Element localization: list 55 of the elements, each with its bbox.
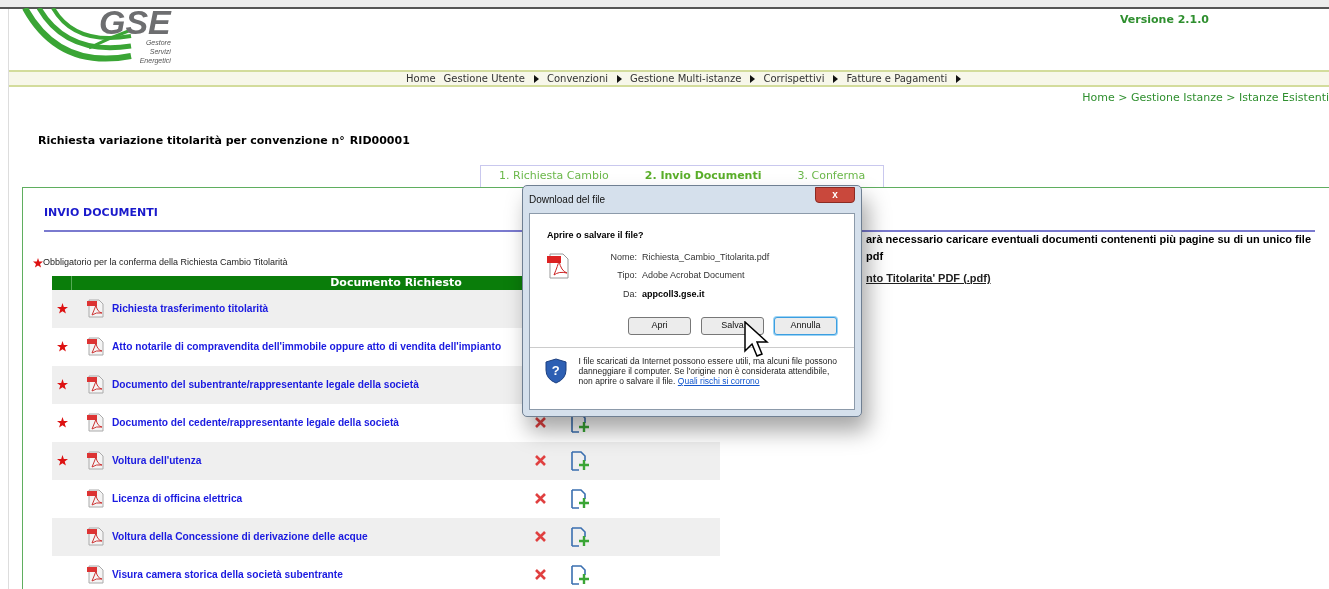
version-label: Versione 2.1.0 [1119,12,1209,28]
delete-icon[interactable] [535,455,546,466]
dialog-question: Aprire o salvare il file? [547,229,645,242]
field-value: Richiesta_Cambio_Titolarita.pdf [642,250,770,264]
required-star-icon [33,257,43,268]
field-label: Nome: [609,250,637,264]
add-file-icon[interactable] [569,487,591,510]
dialog-title: Download del file [529,193,606,207]
pdf-file-icon [87,451,104,470]
pdf-file-icon [87,413,104,432]
pdf-file-icon [87,489,104,508]
dialog-button[interactable]: Salva [701,317,764,335]
document-link[interactable]: Voltura della Concessione di derivazione delle acque [112,528,527,545]
breadcrumb: Home > Gestione Istanze > Istanze Esistenti [1082,90,1329,106]
required-note: Obbligatorio per la conferma della Richiesta Cambio Titolarità [43,256,288,269]
document-link[interactable]: Voltura dell'utenza [112,452,527,469]
add-file-icon[interactable] [569,449,591,472]
info-text: arà necessario caricare eventuali documenti contenenti più pagine su di un unico file pdf [866,233,1311,262]
add-file-icon[interactable] [569,563,591,586]
document-link[interactable]: Visura camera storica della società subentrante [112,566,527,583]
contract-code: RID00001 [349,132,410,149]
dialog-button[interactable]: Annulla [774,317,837,335]
warning-text: I file scaricati da Internet possono essere utili, ma alcuni file possono danneggiare il computer. Se l'origine non è considerata attendibile, non aprire o salvare il file. Quali rischi si corrono [578,356,839,386]
page-title: Richiesta variazione titolarità per convenzione n° [38,132,345,149]
field-label: Da: [622,287,637,301]
download-link[interactable]: nto Titolarita' PDF (.pdf) [866,272,991,284]
column-header: Documento Richiesto [330,275,462,290]
logo-text: GSE [99,6,171,38]
pdf-file-icon [87,565,104,584]
pdf-file-icon [87,375,104,394]
nav-item[interactable]: Gestione Utente [443,71,539,86]
field-value: appcoll3.gse.it [642,287,705,301]
nav-item[interactable]: Corrispettivi [763,71,839,86]
pdf-file-icon [87,337,104,356]
add-file-icon[interactable] [569,525,591,548]
delete-icon[interactable] [535,531,546,542]
field-value: Adobe Acrobat Document [642,269,745,282]
delete-icon[interactable] [535,417,546,428]
section-title: INVIO DOCUMENTI [44,206,158,219]
nav-item[interactable]: Fatture e Pagamenti [846,71,962,86]
nav-item[interactable]: Gestione Multi-istanze [630,71,756,86]
close-button[interactable]: x [815,186,855,203]
risk-link[interactable]: Quali rischi si corrono [677,376,760,386]
field-label: Tipo: [616,269,637,282]
delete-icon[interactable] [535,569,546,580]
pdf-file-icon [87,527,104,546]
document-link[interactable]: Documento del cedente/rappresentante legale della società [112,414,527,431]
document-link[interactable]: Licenza di officina elettrica [112,490,527,507]
nav-item[interactable]: Home [406,71,436,86]
pdf-file-icon [547,252,569,279]
delete-icon[interactable] [535,493,546,504]
pdf-file-icon [87,299,104,318]
dialog-button[interactable]: Apri [628,317,691,335]
shield-icon: ? [545,358,567,384]
nav-item[interactable]: Convenzioni [546,71,623,86]
